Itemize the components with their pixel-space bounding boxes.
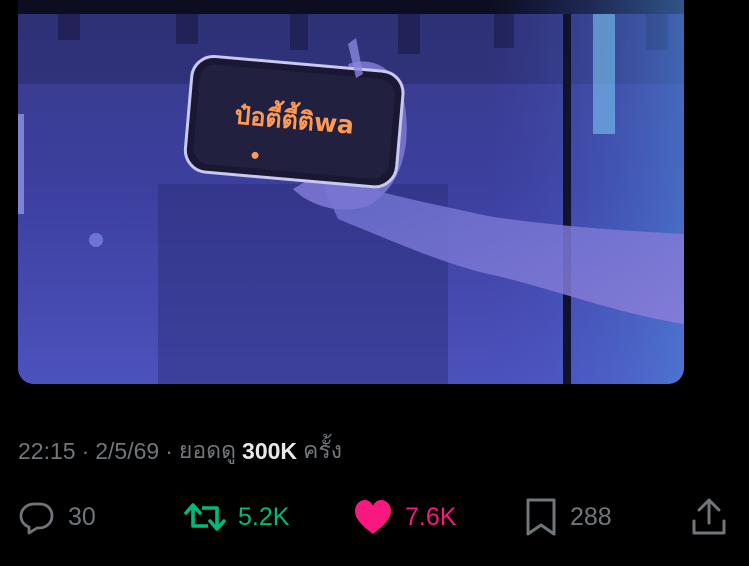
- tweet-time: 22:15: [18, 437, 76, 464]
- meta-separator: ·: [165, 437, 173, 464]
- tweet-meta: 22:15 · 2/5/69 · ยอดดู 300K ครั้ง: [18, 436, 342, 466]
- views-count[interactable]: 300K: [242, 438, 297, 465]
- bookmark-button[interactable]: 288: [524, 494, 612, 540]
- repost-icon: [184, 498, 226, 536]
- like-button[interactable]: 7.6K: [353, 494, 456, 540]
- share-button[interactable]: [690, 494, 728, 540]
- views-suffix: ครั้ง: [303, 437, 342, 463]
- repost-count: 5.2K: [238, 502, 290, 531]
- bookmark-icon: [524, 497, 558, 537]
- repost-button[interactable]: 5.2K: [184, 494, 289, 540]
- tweet-date[interactable]: 2/5/69: [95, 438, 159, 465]
- views-label: ยอดดู: [178, 437, 237, 463]
- like-count: 7.6K: [405, 502, 457, 531]
- tweet-photo[interactable]: ป๋อตี้ตี้ติwa: [18, 0, 684, 384]
- share-icon: [690, 497, 728, 537]
- reply-icon: [18, 498, 56, 536]
- photo-scene: ป๋อตี้ตี้ติwa: [18, 0, 684, 384]
- reply-button[interactable]: 30: [18, 494, 96, 540]
- heart-icon: [353, 498, 393, 536]
- meta-separator: ·: [81, 437, 90, 464]
- bookmark-count: 288: [570, 502, 612, 531]
- tweet-detail: ป๋อตี้ตี้ติwa 22:15 · 2/5/69 · ยอดดู 300…: [0, 0, 749, 566]
- reply-count: 30: [68, 502, 96, 531]
- tweet-actions: 30 5.2K 7.6K 288: [0, 494, 749, 540]
